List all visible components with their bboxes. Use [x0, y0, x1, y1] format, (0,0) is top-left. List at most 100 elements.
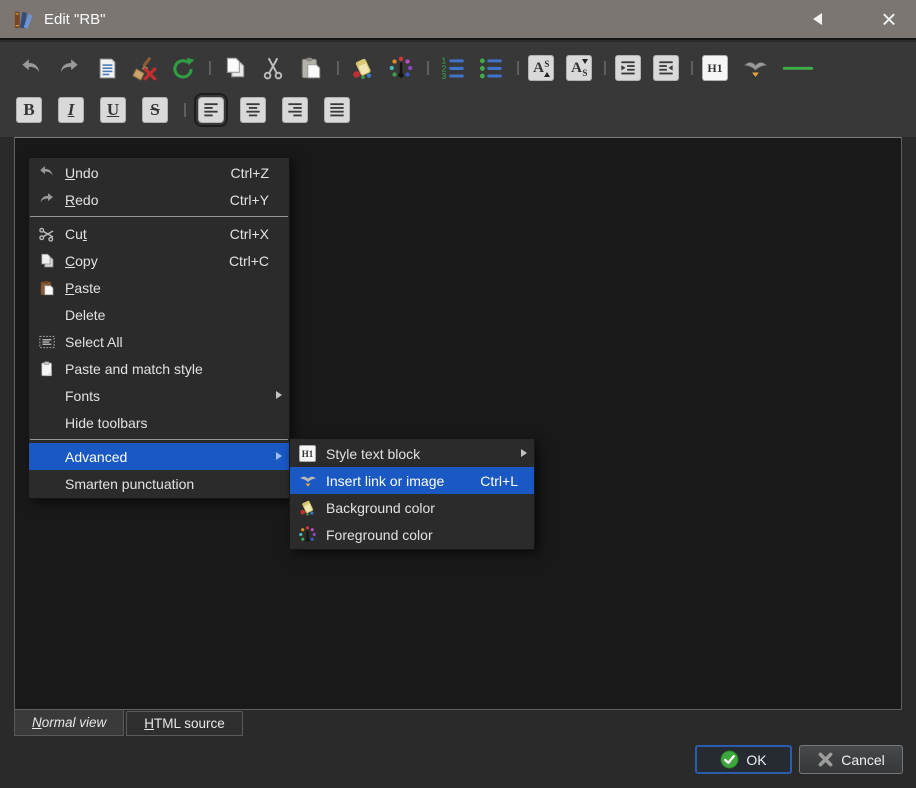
back-arrow-icon — [812, 13, 822, 25]
edit-context-menu: Undo Ctrl+Z Redo Ctrl+Y Cut Ctrl+X Copy … — [28, 157, 290, 499]
submenu-arrow-icon — [276, 391, 282, 399]
shortcut-label: Ctrl+Y — [229, 191, 269, 208]
indent-more-button[interactable] — [615, 55, 641, 81]
shortcut-label: Ctrl+C — [228, 252, 269, 269]
paste-match-style-icon — [36, 359, 57, 378]
close-button[interactable]: × — [874, 6, 904, 32]
shortcut-label: Ctrl+X — [229, 225, 269, 242]
background-color-icon — [297, 498, 318, 517]
align-left-button[interactable] — [194, 93, 228, 127]
ok-check-icon — [720, 750, 739, 769]
view-tabs: Normal view HTML source — [14, 710, 243, 736]
copy-icon — [226, 57, 245, 78]
toolbar-separator — [691, 61, 693, 75]
paste-button[interactable] — [296, 53, 326, 83]
align-justify-icon — [330, 103, 344, 117]
indent-less-button[interactable] — [653, 55, 679, 81]
indent-less-icon — [659, 61, 673, 75]
background-color-button[interactable] — [348, 53, 378, 83]
tab-html-source[interactable]: HTML source — [126, 711, 243, 736]
foreground-color-icon — [389, 56, 413, 78]
smarten-punctuation-icon — [173, 57, 195, 79]
select-all-icon — [36, 332, 57, 351]
menu-item-hide-toolbars[interactable]: Hide toolbars — [29, 409, 289, 436]
unordered-list-button[interactable] — [476, 53, 506, 83]
menu-item-select-all[interactable]: Select All — [29, 328, 289, 355]
advanced-submenu: H1 Style text block Insert link or image… — [289, 438, 535, 550]
strikethrough-icon: S — [150, 100, 160, 119]
submenu-item-insert-link-or-image[interactable]: Insert link or image Ctrl+L — [290, 467, 534, 494]
menu-item-smarten-punctuation[interactable]: Smarten punctuation — [29, 470, 289, 497]
toolbar-separator — [517, 61, 519, 75]
ordered-list-icon: 123 — [442, 57, 464, 81]
toolbar-area: 123 AS AS H1 B I U S — [0, 42, 916, 137]
cancel-button[interactable]: Cancel — [799, 745, 903, 774]
paste-icon — [36, 278, 57, 297]
menu-item-advanced[interactable]: Advanced — [29, 443, 289, 470]
underline-button[interactable]: U — [100, 97, 126, 123]
shortcut-label: Ctrl+L — [480, 472, 518, 489]
insert-link-button[interactable] — [740, 53, 770, 83]
menu-item-paste-and-match-style[interactable]: Paste and match style — [29, 355, 289, 382]
menu-item-redo[interactable]: Redo Ctrl+Y — [29, 186, 289, 213]
menu-item-paste[interactable]: Paste — [29, 274, 289, 301]
smarten-punctuation-button[interactable] — [168, 53, 198, 83]
menu-item-undo[interactable]: Undo Ctrl+Z — [29, 159, 289, 186]
foreground-color-button[interactable] — [386, 53, 416, 83]
align-left-icon — [204, 103, 218, 117]
shortcut-label: Ctrl+Z — [230, 164, 270, 181]
align-right-icon — [288, 103, 302, 117]
submenu-arrow-icon — [521, 449, 527, 457]
back-button[interactable] — [802, 4, 832, 34]
paste-icon — [301, 57, 321, 79]
toolbar-separator — [604, 61, 606, 75]
window-title: Edit "RB" — [44, 10, 106, 28]
align-right-button[interactable] — [282, 97, 308, 123]
align-center-icon — [246, 103, 260, 117]
ordered-list-button[interactable]: 123 — [438, 53, 468, 83]
undo-button[interactable] — [16, 53, 46, 83]
superscript-button[interactable]: AS — [528, 55, 554, 81]
toolbar-separator — [337, 61, 339, 75]
align-center-button[interactable] — [240, 97, 266, 123]
style-text-block-button[interactable]: H1 — [702, 55, 728, 81]
undo-icon — [36, 163, 57, 182]
submenu-item-background-color[interactable]: Background color — [290, 494, 534, 521]
menu-separator — [30, 216, 288, 217]
insert-link-icon — [297, 471, 318, 490]
copy-button[interactable] — [220, 53, 250, 83]
menu-item-fonts[interactable]: Fonts — [29, 382, 289, 409]
align-justify-button[interactable] — [324, 97, 350, 123]
subscript-button[interactable]: AS — [566, 55, 592, 81]
submenu-item-style-text-block[interactable]: H1 Style text block — [290, 440, 534, 467]
underline-icon: U — [106, 100, 120, 119]
tab-normal-view[interactable]: Normal view — [14, 710, 125, 736]
document-text-button[interactable] — [92, 53, 122, 83]
cut-button[interactable] — [258, 53, 288, 83]
horizontal-rule-button[interactable] — [778, 53, 818, 83]
horizontal-rule-icon — [782, 66, 814, 70]
unordered-list-icon — [479, 58, 502, 79]
submenu-arrow-icon — [276, 452, 282, 460]
style-text-block-icon: H1 — [707, 60, 723, 75]
toolbar-format: B I U S — [0, 90, 916, 130]
foreground-color-icon — [297, 525, 318, 544]
redo-button[interactable] — [54, 53, 84, 83]
clear-formatting-button[interactable] — [130, 53, 160, 83]
menu-item-cut[interactable]: Cut Ctrl+X — [29, 220, 289, 247]
submenu-item-foreground-color[interactable]: Foreground color — [290, 521, 534, 548]
style-text-block-icon: H1 — [299, 445, 316, 462]
copy-icon — [36, 251, 57, 270]
undo-icon — [22, 59, 40, 73]
ok-button[interactable]: OK — [695, 745, 792, 774]
strikethrough-button[interactable]: S — [142, 97, 168, 123]
bold-icon: B — [23, 100, 35, 119]
menu-separator — [30, 439, 288, 440]
menu-item-copy[interactable]: Copy Ctrl+C — [29, 247, 289, 274]
bold-button[interactable]: B — [16, 97, 42, 123]
indent-more-icon — [621, 61, 635, 75]
italic-button[interactable]: I — [58, 97, 84, 123]
cancel-x-icon — [817, 751, 834, 768]
menu-item-delete[interactable]: Delete — [29, 301, 289, 328]
italic-icon: I — [67, 100, 75, 119]
